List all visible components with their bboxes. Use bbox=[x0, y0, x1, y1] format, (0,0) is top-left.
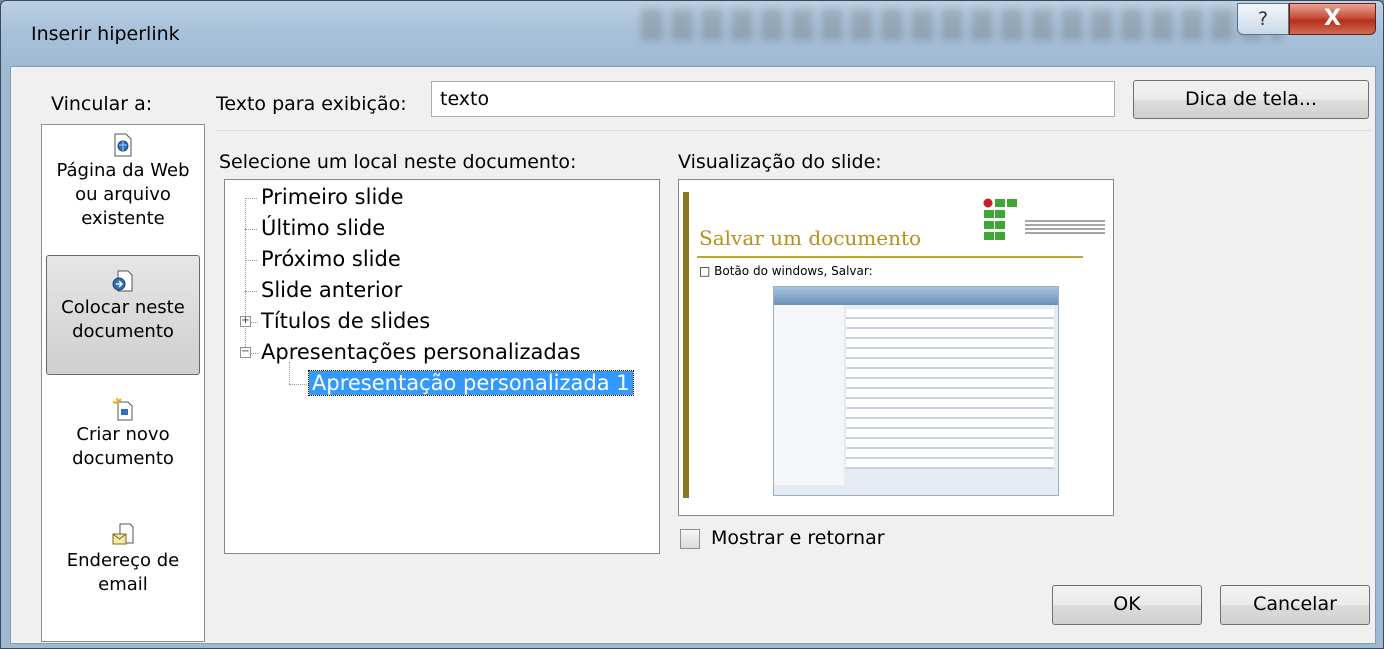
help-button[interactable]: ? bbox=[1237, 3, 1289, 35]
tree-branch bbox=[245, 198, 257, 199]
embedded-recent-list bbox=[846, 309, 1054, 469]
link-to-label: Vincular a: bbox=[51, 93, 153, 115]
ok-button[interactable]: OK bbox=[1052, 585, 1202, 625]
tree-item-last-slide[interactable]: Último slide bbox=[261, 216, 385, 240]
dialog-body: Vincular a: Página da Web ou arquivo exi… bbox=[10, 66, 1376, 644]
collapse-icon[interactable]: − bbox=[240, 347, 251, 358]
slide-bullet: □ Botão do windows, Salvar: bbox=[699, 264, 873, 278]
logo-caption bbox=[1025, 220, 1105, 234]
show-and-return-checkbox[interactable] bbox=[680, 529, 700, 549]
title-bar: Inserir hiperlink ? X bbox=[1, 1, 1383, 66]
tree-item-first-slide[interactable]: Primeiro slide bbox=[261, 185, 404, 209]
web-page-icon bbox=[114, 133, 132, 157]
link-to-email-line1: Endereço de bbox=[66, 550, 180, 571]
new-document-icon bbox=[112, 397, 133, 421]
close-button[interactable]: X bbox=[1289, 3, 1376, 35]
slide-preview-label: Visualização do slide: bbox=[678, 151, 882, 173]
link-to-place-in-document[interactable]: Colocar neste documento bbox=[46, 255, 200, 375]
link-to-web-line2: ou arquivo bbox=[75, 184, 171, 205]
tree-branch bbox=[250, 353, 258, 354]
link-to-doc-line1: Colocar neste bbox=[61, 297, 185, 318]
tree-line bbox=[245, 198, 246, 353]
dialog-title: Inserir hiperlink bbox=[31, 23, 180, 45]
link-to-web-line1: Página da Web bbox=[56, 160, 190, 181]
embedded-menu bbox=[774, 305, 844, 485]
display-text-input[interactable] bbox=[431, 81, 1115, 117]
tree-branch bbox=[245, 260, 257, 261]
tree-branch bbox=[245, 229, 257, 230]
slide-bullet-text: Botão do windows, Salvar: bbox=[714, 264, 873, 278]
screentip-button[interactable]: Dica de tela... bbox=[1133, 80, 1369, 119]
link-to-email[interactable]: Endereço de email bbox=[46, 523, 200, 643]
select-location-label: Selecione um local neste documento: bbox=[219, 151, 577, 173]
tree-line bbox=[289, 362, 290, 384]
embedded-ribbon bbox=[774, 287, 1058, 305]
tree-branch bbox=[289, 384, 309, 385]
link-to-new-document[interactable]: Criar novo documento bbox=[46, 397, 200, 517]
slide-title: Salvar um documento bbox=[699, 226, 922, 250]
tree-item-next-slide[interactable]: Próximo slide bbox=[261, 247, 401, 271]
slide-accent-bar bbox=[683, 192, 689, 498]
cancel-button[interactable]: Cancelar bbox=[1220, 585, 1370, 625]
tree-branch bbox=[250, 322, 258, 323]
background-window-blur bbox=[641, 9, 1281, 41]
link-to-web-page[interactable]: Página da Web ou arquivo existente bbox=[46, 133, 200, 253]
tree-branch bbox=[245, 291, 257, 292]
slide-title-underline bbox=[697, 256, 1083, 258]
slide-preview: Salvar um documento □ Botão do windows, … bbox=[678, 179, 1114, 516]
tree-item-custom-show-1[interactable]: Apresentação personalizada 1 bbox=[308, 370, 634, 396]
embedded-screenshot bbox=[773, 286, 1059, 496]
link-to-doc-line2: documento bbox=[72, 321, 174, 342]
link-to-email-line2: email bbox=[98, 574, 148, 595]
link-to-panel: Página da Web ou arquivo existente Coloc… bbox=[41, 124, 205, 642]
show-and-return-label[interactable]: Mostrar e retornar bbox=[711, 527, 885, 549]
institute-logo bbox=[983, 198, 1017, 240]
tree-item-previous-slide[interactable]: Slide anterior bbox=[261, 278, 402, 302]
separator bbox=[216, 130, 1371, 131]
place-in-document-icon bbox=[112, 270, 133, 292]
link-to-new-line1: Criar novo bbox=[76, 424, 170, 445]
slide-thumbnail: Salvar um documento □ Botão do windows, … bbox=[683, 192, 1109, 498]
insert-hyperlink-dialog: Inserir hiperlink ? X Vincular a: Página… bbox=[0, 0, 1384, 649]
document-location-tree[interactable]: Primeiro slide Último slide Próximo slid… bbox=[224, 179, 660, 554]
link-to-new-line2: documento bbox=[72, 448, 174, 469]
tree-item-slide-titles[interactable]: Títulos de slides bbox=[261, 309, 430, 333]
expand-icon[interactable]: + bbox=[240, 316, 251, 327]
email-icon bbox=[112, 523, 134, 545]
link-to-web-line3: existente bbox=[81, 208, 165, 229]
tree-item-custom-shows[interactable]: Apresentações personalizadas bbox=[261, 340, 581, 364]
display-text-label: Texto para exibição: bbox=[216, 93, 407, 115]
